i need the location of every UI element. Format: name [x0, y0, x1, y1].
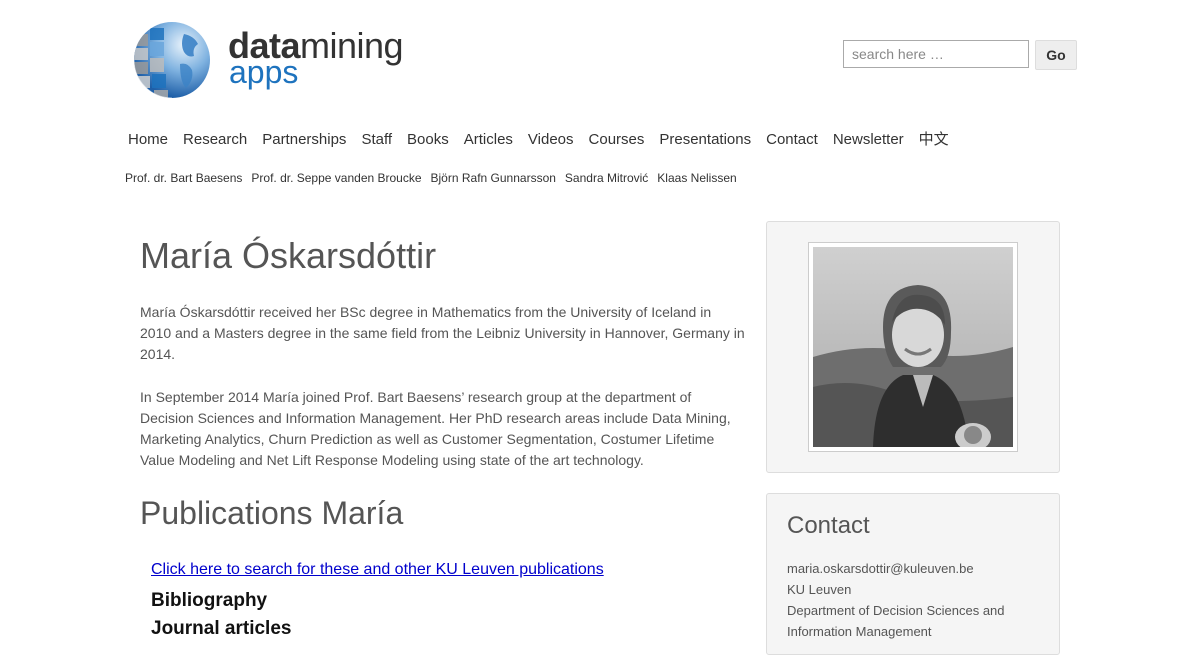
publications-section: Click here to search for these and other…: [151, 559, 746, 641]
globe-icon: [132, 20, 212, 100]
subnav-bjorn-gunnarsson[interactable]: Björn Rafn Gunnarsson: [431, 170, 556, 186]
subnav-sandra-mitrovic[interactable]: Sandra Mitrović: [565, 170, 648, 186]
bibliography-heading: Bibliography: [151, 590, 268, 611]
bio-paragraph-1: María Óskarsdóttir received her BSc degr…: [140, 304, 745, 362]
nav-videos[interactable]: Videos: [528, 130, 574, 150]
staff-subnav: Prof. dr. Bart Baesens Prof. dr. Seppe v…: [125, 170, 746, 186]
nav-partnerships[interactable]: Partnerships: [262, 130, 346, 150]
subnav-bart-baesens[interactable]: Prof. dr. Bart Baesens: [125, 170, 242, 186]
publications-heading: Publications María: [140, 495, 404, 531]
logo-subtext: apps: [229, 54, 299, 90]
search-go-button[interactable]: Go: [1035, 40, 1077, 70]
nav-courses[interactable]: Courses: [589, 130, 645, 150]
profile-photo: [808, 242, 1018, 452]
bio-paragraph-2: In September 2014 María joined Prof. Bar…: [140, 389, 731, 468]
contact-panel: Contact maria.oskarsdottir@kuleuven.be K…: [766, 493, 1060, 655]
contact-heading: Contact: [787, 512, 870, 539]
publications-search-link[interactable]: Click here to search for these and other…: [151, 559, 746, 581]
main-content: María Óskarsdóttir María Óskarsdóttir re…: [140, 232, 746, 641]
site-logo[interactable]: datamining apps: [132, 20, 432, 100]
nav-contact[interactable]: Contact: [766, 130, 818, 150]
nav-research[interactable]: Research: [183, 130, 247, 150]
nav-newsletter[interactable]: Newsletter: [833, 130, 904, 150]
contact-details: maria.oskarsdottir@kuleuven.be KU Leuven…: [787, 558, 1037, 642]
nav-books[interactable]: Books: [407, 130, 449, 150]
contact-department: Department of Decision Sciences and Info…: [787, 603, 1005, 639]
profile-photo-panel: [766, 221, 1060, 473]
page-title: María Óskarsdóttir: [140, 235, 437, 276]
search-form: Go: [843, 40, 1077, 70]
nav-chinese[interactable]: 中文: [919, 130, 949, 150]
search-input[interactable]: [843, 40, 1029, 68]
main-nav: Home Research Partnerships Staff Books A…: [128, 130, 964, 150]
journal-articles-heading: Journal articles: [151, 618, 292, 639]
nav-home[interactable]: Home: [128, 130, 168, 150]
nav-staff[interactable]: Staff: [361, 130, 392, 150]
subnav-klaas-nelissen[interactable]: Klaas Nelissen: [657, 170, 736, 186]
contact-email[interactable]: maria.oskarsdottir@kuleuven.be: [787, 558, 1037, 579]
contact-institution: KU Leuven: [787, 582, 852, 597]
nav-articles[interactable]: Articles: [464, 130, 513, 150]
subnav-seppe-vanden-broucke[interactable]: Prof. dr. Seppe vanden Broucke: [251, 170, 421, 186]
nav-presentations[interactable]: Presentations: [659, 130, 751, 150]
